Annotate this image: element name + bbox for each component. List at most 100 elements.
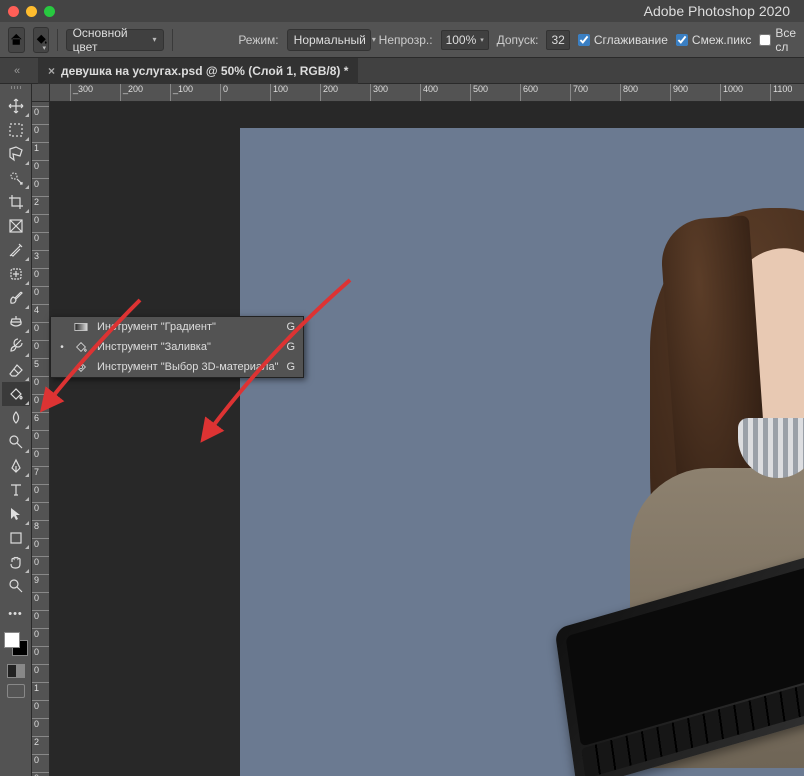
healing-tool[interactable] <box>2 262 30 286</box>
flyout-item-label: Инструмент "Заливка" <box>97 341 279 353</box>
flyout-item-gradient[interactable]: Инструмент "Градиент" G <box>51 317 303 337</box>
tolerance-field[interactable]: 32 <box>546 30 569 50</box>
color-swatches[interactable] <box>4 632 28 656</box>
foreground-color-swatch[interactable] <box>4 632 20 648</box>
opacity-field[interactable]: 100% ▾ <box>441 30 489 50</box>
separator <box>57 29 58 51</box>
antialias-checkbox[interactable]: Сглаживание <box>578 33 668 47</box>
paint-bucket-icon <box>34 32 49 47</box>
quick-select-tool[interactable] <box>2 166 30 190</box>
flyout-item-paint-bucket[interactable]: •Инструмент "Заливка"G <box>51 337 303 357</box>
ruler-tick: _100 <box>170 84 193 102</box>
tolerance-value: 32 <box>551 33 564 47</box>
path-selection-tool[interactable] <box>2 502 30 526</box>
ruler-tick: 0 <box>32 394 50 405</box>
close-tab-icon[interactable]: × <box>48 64 55 78</box>
contiguous-input[interactable] <box>676 34 688 46</box>
horizontal-ruler[interactable]: _300_200_1000100200300400500600700800900… <box>50 84 804 102</box>
ruler-tick: 0 <box>32 214 50 225</box>
ruler-tick: 6 <box>32 412 50 423</box>
edit-toolbar[interactable]: ••• <box>2 602 30 626</box>
canvas-area[interactable] <box>50 102 804 776</box>
separator <box>172 29 173 51</box>
gradient-icon <box>73 320 89 334</box>
ruler-tick: 3 <box>32 250 50 261</box>
hand-tool[interactable] <box>2 550 30 574</box>
ruler-tick: 0 <box>32 610 50 621</box>
active-indicator: • <box>59 342 65 353</box>
antialias-input[interactable] <box>578 34 590 46</box>
contiguous-checkbox[interactable]: Смеж.пикс <box>676 33 751 47</box>
ruler-tick: 0 <box>32 538 50 549</box>
ruler-tick: 0 <box>32 340 50 351</box>
lasso-tool[interactable] <box>2 142 30 166</box>
pen-tool[interactable] <box>2 454 30 478</box>
ruler-tick: 8 <box>32 520 50 531</box>
maximize-icon[interactable] <box>44 6 55 17</box>
quick-mask-toggle[interactable] <box>7 664 25 678</box>
eraser-tool[interactable] <box>2 358 30 382</box>
marquee-tool[interactable] <box>2 118 30 142</box>
ruler-tick: 0 <box>32 592 50 603</box>
vertical-ruler[interactable]: 00100200300400500600700800900000100200 <box>32 102 50 776</box>
all-layers-input[interactable] <box>759 34 771 46</box>
ruler-tick: 9 <box>32 574 50 585</box>
fill-source-value: Основной цвет <box>73 26 147 54</box>
close-icon[interactable] <box>8 6 19 17</box>
ruler-tick: 500 <box>470 84 488 102</box>
type-tool[interactable] <box>2 478 30 502</box>
tool-flyout: Инструмент "Градиент" G • Инструмент "Залив… <box>50 316 304 378</box>
ruler-tick: 600 <box>520 84 538 102</box>
palette-grip[interactable] <box>4 86 28 92</box>
history-brush-tool[interactable] <box>2 334 30 358</box>
ruler-tick: 0 <box>32 628 50 639</box>
canvas[interactable] <box>240 128 804 776</box>
fill-source-dropdown[interactable]: Основной цвет ▾ <box>66 29 164 51</box>
flyout-item-3d-material[interactable]: Инструмент "Выбор 3D-материала"G <box>51 357 303 377</box>
photo-subject <box>630 208 804 768</box>
paint-bucket-tool[interactable] <box>2 382 30 406</box>
flyout-item-shortcut: G <box>287 321 296 333</box>
home-button[interactable] <box>8 27 25 53</box>
minimize-icon[interactable] <box>26 6 37 17</box>
all-layers-checkbox[interactable]: Все сл <box>759 26 796 54</box>
ruler-tick: 0 <box>32 268 50 279</box>
brush-tool[interactable] <box>2 286 30 310</box>
ruler-tick: 1 <box>32 682 50 693</box>
flyout-item-label: Инструмент "Выбор 3D-материала" <box>97 361 279 373</box>
document-tabs: « × девушка на услугах.psd @ 50% (Слой 1… <box>0 58 804 84</box>
ruler-tick: 0 <box>32 178 50 189</box>
frame-tool[interactable] <box>2 214 30 238</box>
screen-mode-toggle[interactable] <box>7 684 25 698</box>
window-controls <box>8 6 55 17</box>
document-tab-label: девушка на услугах.psd @ 50% (Слой 1, RG… <box>61 64 348 78</box>
ruler-tick: 1100 <box>770 84 792 102</box>
ruler-origin[interactable] <box>32 84 50 102</box>
chevron-down-icon: ▾ <box>480 36 484 44</box>
ruler-tick: 0 <box>32 286 50 297</box>
current-tool-icon[interactable] <box>33 27 50 53</box>
ruler-tick: 0 <box>32 646 50 657</box>
ruler-tick: 0 <box>32 700 50 711</box>
blur-tool[interactable] <box>2 406 30 430</box>
ruler-tick: 0 <box>32 502 50 513</box>
crop-tool[interactable] <box>2 190 30 214</box>
eyedropper-tool[interactable] <box>2 238 30 262</box>
clone-stamp-tool[interactable] <box>2 310 30 334</box>
zoom-tool[interactable] <box>2 574 30 598</box>
mode-label: Режим: <box>238 33 278 47</box>
ruler-tick: 1 <box>32 142 50 153</box>
ruler-tick: _300 <box>70 84 93 102</box>
blend-mode-dropdown[interactable]: Нормальный ▾ <box>287 29 371 51</box>
home-icon <box>9 32 24 47</box>
move-tool[interactable] <box>2 94 30 118</box>
dodge-tool[interactable] <box>2 430 30 454</box>
paint-bucket-icon <box>73 340 89 354</box>
tolerance-label: Допуск: <box>497 33 539 47</box>
tab-prev-icon[interactable]: « <box>14 65 20 77</box>
shape-tool[interactable] <box>2 526 30 550</box>
3d-material-icon <box>73 360 89 374</box>
ruler-tick: 0 <box>32 430 50 441</box>
flyout-item-label: Инструмент "Градиент" <box>97 321 279 333</box>
document-tab[interactable]: × девушка на услугах.psd @ 50% (Слой 1, … <box>38 58 358 84</box>
